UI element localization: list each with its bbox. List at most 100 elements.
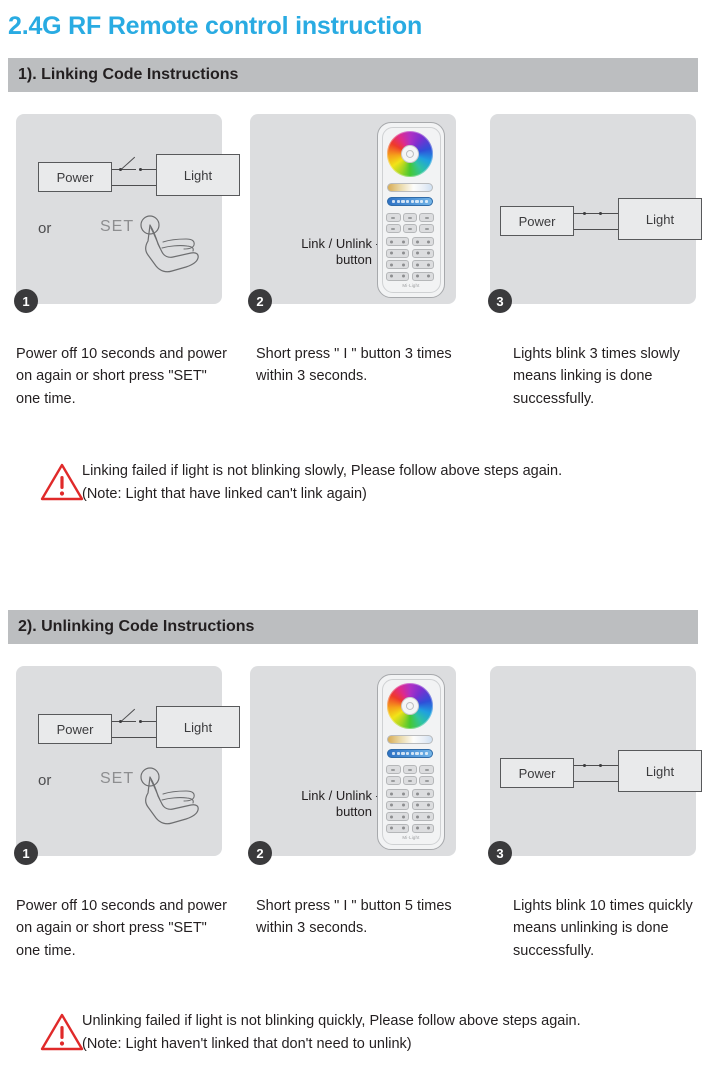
wire-top: [574, 213, 618, 215]
hand-pointing-icon: [136, 764, 216, 849]
wiring-diagram-connected: Power Light: [500, 748, 702, 794]
power-box-label: Power: [56, 169, 94, 185]
section-header-linking: 1). Linking Code Instructions: [8, 58, 698, 92]
zone-2-off-button[interactable]: [411, 248, 434, 258]
button-speed-down[interactable]: [402, 776, 418, 785]
brightness-pip: [396, 200, 401, 203]
light-box-label: Light: [183, 167, 213, 183]
page-title: 2.4G RF Remote control instruction: [8, 12, 423, 40]
caption-step-1: Power off 10 seconds and power on again …: [16, 346, 227, 407]
leader-label-line-2: button: [335, 804, 372, 820]
warning-line-1: Linking failed if light is not blinking …: [82, 463, 563, 479]
zone-1-off-button[interactable]: [411, 789, 434, 798]
zone-1-on-button[interactable]: [386, 789, 409, 798]
light-box: Light: [618, 750, 702, 792]
wire-node-right: [599, 211, 603, 215]
function-button-grid: [386, 213, 434, 233]
wiring-diagram: Power Light: [38, 704, 240, 750]
function-button-grid: [386, 765, 434, 785]
step-badge: 2: [248, 841, 272, 865]
button-speed-down[interactable]: [402, 224, 418, 233]
zone-4-on-button[interactable]: [386, 823, 409, 833]
brightness-slider[interactable]: [387, 197, 433, 206]
power-box-label: Power: [518, 213, 556, 229]
brightness-pip: [419, 200, 424, 203]
set-label: SET: [100, 770, 135, 787]
brightness-pip: [415, 752, 419, 755]
panels-linking: Power Light or SET 1 Link / Unlink butto…: [0, 114, 705, 313]
zone-4-on-button[interactable]: [386, 271, 409, 281]
brightness-pip: [419, 752, 424, 755]
button-on-all[interactable]: [386, 213, 401, 222]
wire-top-right: [142, 721, 156, 723]
brightness-slider[interactable]: [387, 749, 433, 758]
link-unlink-leader-label: Link / Unlink button: [262, 788, 372, 821]
cct-slider[interactable]: [387, 735, 433, 744]
color-wheel[interactable]: [387, 131, 433, 177]
wire-top: [574, 765, 618, 767]
zone-4-off-button[interactable]: [411, 271, 434, 281]
panel-step-2: Link / Unlink button Mi·Light 2: [248, 114, 456, 313]
remote-control[interactable]: Mi·Light: [377, 674, 445, 850]
button-mode[interactable]: [402, 765, 418, 774]
step-badge: 1: [14, 841, 38, 865]
light-box: Light: [156, 154, 240, 196]
zone-2-on-button[interactable]: [386, 248, 409, 258]
button-off-all[interactable]: [419, 765, 434, 774]
wire-bottom: [574, 229, 618, 231]
caption-step-2: Short press " I " button 3 times within …: [256, 346, 452, 385]
brightness-pip: [396, 752, 401, 755]
brightness-pip: [405, 200, 410, 203]
brightness-pip: [410, 752, 415, 755]
color-wheel-hub[interactable]: [401, 145, 419, 163]
zone-3-on-button[interactable]: [386, 260, 409, 269]
remote-control[interactable]: Mi·Light: [377, 122, 445, 298]
section-heading-text: 1). Linking Code Instructions: [18, 66, 239, 83]
panels-unlinking: Power Light or SET 1 Link / Unlink butto…: [0, 666, 705, 865]
power-box: Power: [500, 758, 574, 788]
brightness-pip: [401, 200, 405, 203]
zone-3-on-button[interactable]: [386, 812, 409, 821]
caption-step-3: Lights blink 10 times quickly means unli…: [513, 898, 693, 959]
step-badge: 2: [248, 289, 272, 313]
color-wheel-hub[interactable]: [401, 697, 419, 715]
leader-label-line-1: Link / Unlink: [301, 236, 372, 251]
brightness-pip: [392, 752, 396, 755]
zone-1-on-button[interactable]: [386, 237, 409, 246]
zone-4-off-button[interactable]: [411, 823, 434, 833]
panel-step-3: Power Light 3: [488, 114, 702, 313]
warning-triangle-icon: [40, 1012, 84, 1057]
zone-3-off-button[interactable]: [411, 812, 434, 821]
zone-2-off-button[interactable]: [411, 800, 434, 810]
button-white[interactable]: [419, 776, 434, 785]
button-on-all[interactable]: [386, 765, 401, 774]
caption-step-2: Short press " I " button 5 times within …: [256, 898, 452, 937]
button-speed-up[interactable]: [386, 776, 401, 785]
brightness-pip: [415, 200, 419, 203]
light-box: Light: [618, 198, 702, 240]
wire-node-right: [139, 719, 143, 723]
zone-1-off-button[interactable]: [411, 237, 434, 246]
remote-brand-label: Mi·Light: [402, 835, 420, 840]
button-speed-up[interactable]: [386, 224, 401, 233]
warning-triangle-icon: [40, 462, 84, 507]
color-wheel[interactable]: [387, 683, 433, 729]
brightness-pip: [405, 752, 410, 755]
zone-2-on-button[interactable]: [386, 800, 409, 810]
cct-slider[interactable]: [387, 183, 433, 192]
wire-node-right: [599, 763, 603, 767]
light-box-label: Light: [183, 719, 213, 735]
zone-3-off-button[interactable]: [411, 260, 434, 269]
wire-node-left: [583, 763, 587, 767]
button-off-all[interactable]: [419, 213, 434, 222]
button-white[interactable]: [419, 224, 434, 233]
warning-line-2: (Note: Light haven't linked that don't n…: [82, 1036, 412, 1053]
step-badge: 1: [14, 289, 38, 313]
button-mode[interactable]: [402, 213, 418, 222]
wire-node-left: [583, 211, 587, 215]
wiring-diagram: Power Light: [38, 152, 240, 198]
panel-step-2: Link / Unlink button Mi·Light 2: [248, 666, 456, 865]
warning-text: Linking failed if light is not blinking …: [82, 460, 562, 506]
or-label: or: [38, 772, 52, 789]
hand-pointing-icon: [136, 212, 216, 297]
